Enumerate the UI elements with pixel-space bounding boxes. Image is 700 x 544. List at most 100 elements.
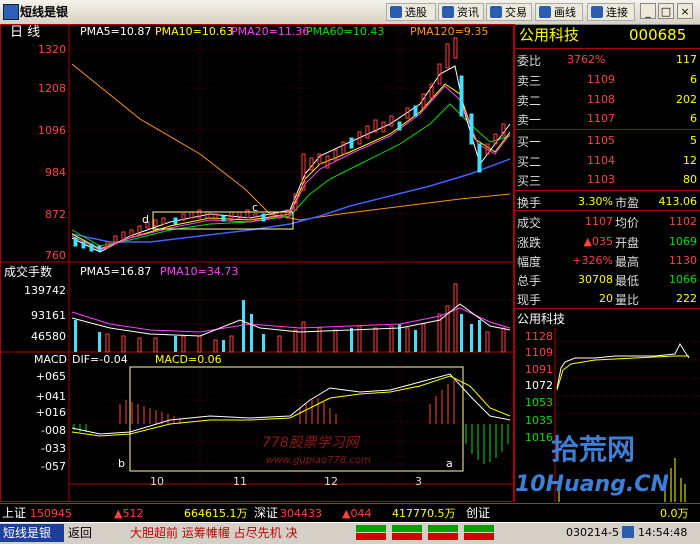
trade-button[interactable]: 交易 [486,3,532,21]
macd-tick: +016 [35,406,66,419]
news-icon [442,6,454,18]
stat-value: 222 [676,292,697,305]
annotation-c: c [252,201,259,214]
x-tick: 3 [415,475,422,488]
minimize-button[interactable]: _ [640,3,656,19]
sh-change: ▲512 [114,507,144,520]
macd-tick: -008 [41,424,66,437]
pe-value: 413.06 [658,195,698,208]
pma20-label: PMA20=11.36 [231,25,310,38]
indicator-red [464,533,494,540]
intraday-tick: 1016 [525,431,553,444]
annotation-d: d [142,213,149,226]
watermark-url: www.gupiao778.com [266,455,371,466]
macd-tick: -057 [41,460,66,473]
intraday-tick: 1072 [525,379,553,392]
volume-tick: 139742 [24,284,66,297]
close-button[interactable]: × [677,3,693,19]
turnover-value: 3.30% [578,195,613,208]
price-tick: 760 [45,249,66,262]
stat-value: 1066 [669,273,697,286]
back-button[interactable]: 返回 [68,527,92,539]
quote-value: 1104 [587,154,615,167]
stock-picker-button[interactable]: 选股 [386,3,436,21]
chart-canvas[interactable] [0,24,514,502]
ticker-text: 大胆超前 运筹帷幄 占尽先机 决 [130,526,298,540]
volume-title: 成交手数 [4,265,53,279]
quote-qty: 6 [690,73,697,86]
macd-tick: +065 [35,370,66,383]
price-tick: 1208 [38,82,66,95]
sz-value: 304433 [280,507,322,520]
intraday-tick: 1109 [525,346,553,359]
stat-label: 总手 [517,274,542,288]
sz-label: 深证 [254,506,279,520]
macd-tick: -033 [41,442,66,455]
stock-code: 000685 [629,26,687,44]
x-tick: 11 [233,475,247,488]
volume-tick: 93161 [31,309,66,322]
app-badge-label: 短线是银 [3,526,52,540]
indicator-green [392,525,422,532]
pma20-line [71,103,511,247]
bottom-bar: 短线是银 返回 大胆超前 运筹帷幄 占尽先机 决 030214-5 14:54:… [0,522,700,544]
stat-label: 幅度 [517,255,542,269]
period-label: 日 线 [10,25,41,40]
intraday-tick: 1091 [525,363,553,376]
quote-qty: 80 [683,173,697,186]
quote-qty: 5 [690,134,697,147]
stat-label: 量比 [615,293,640,307]
vol-pma10-label: PMA10=34.73 [160,265,239,278]
quote-value: 3762% [567,53,606,66]
picker-icon [390,6,402,18]
pma120-label: PMA120=9.35 [410,25,489,38]
candlesticks [73,37,506,252]
quote-label: 卖三 [517,74,542,88]
quote-panel: 公用科技 000685 委比 3762% 117 卖三 1109 6 卖二 11… [514,24,700,502]
indicator-green [428,525,458,532]
connect-icon [591,6,603,18]
sz-change: ▲044 [342,507,372,520]
intraday-tick: 1053 [525,396,553,409]
app-badge[interactable]: 短线是银 [0,524,64,542]
macd-title: MACD [34,353,67,366]
quote-label: 买一 [517,135,542,149]
connect-button[interactable]: 连接 [587,3,635,21]
stat-label: 开盘 [615,236,640,250]
cy-label: 创证 [466,506,491,520]
intraday-tick: 1035 [525,414,553,427]
intraday-tick: 1128 [525,330,553,343]
pe-label: 市盈 [615,196,640,210]
stat-label: 最高 [615,255,640,269]
stat-label: 成交 [517,216,542,230]
draw-line-button[interactable]: 画线 [535,3,583,21]
sh-amount: 664615.1万 [184,507,248,520]
stat-value: 20 [599,292,613,305]
clock-icon [622,526,634,538]
quote-label: 卖二 [517,94,542,108]
watermark-text: 778股票学习网 [262,435,359,451]
indicator-red [428,533,458,540]
indicator-red [356,533,386,540]
sh-value: 150945 [30,507,72,520]
date-display: 030214-5 [566,526,619,539]
quote-value: 1109 [587,73,615,86]
stat-value: ▲035 [583,235,613,248]
quote-qty: 202 [676,93,697,106]
dif-label: DIF=-0.04 [72,353,128,366]
stat-value: 1130 [669,254,697,267]
news-button[interactable]: 资讯 [438,3,484,21]
stat-value: 1102 [669,215,697,228]
indicator-red [392,533,422,540]
stat-value: 30708 [578,273,613,286]
pma60-label: PMA60=10.43 [306,25,385,38]
price-tick: 872 [45,208,66,221]
quote-label: 卖一 [517,113,542,127]
macd-tick: +041 [35,390,66,403]
maximize-button[interactable]: □ [658,3,674,19]
title-bar: 短线是银 选股 资讯 交易 画线 连接 _ □ × [0,0,700,25]
quote-label: 委比 [517,54,542,68]
quote-value: 1103 [587,173,615,186]
draw-icon [539,6,551,18]
trade-icon [490,6,502,18]
